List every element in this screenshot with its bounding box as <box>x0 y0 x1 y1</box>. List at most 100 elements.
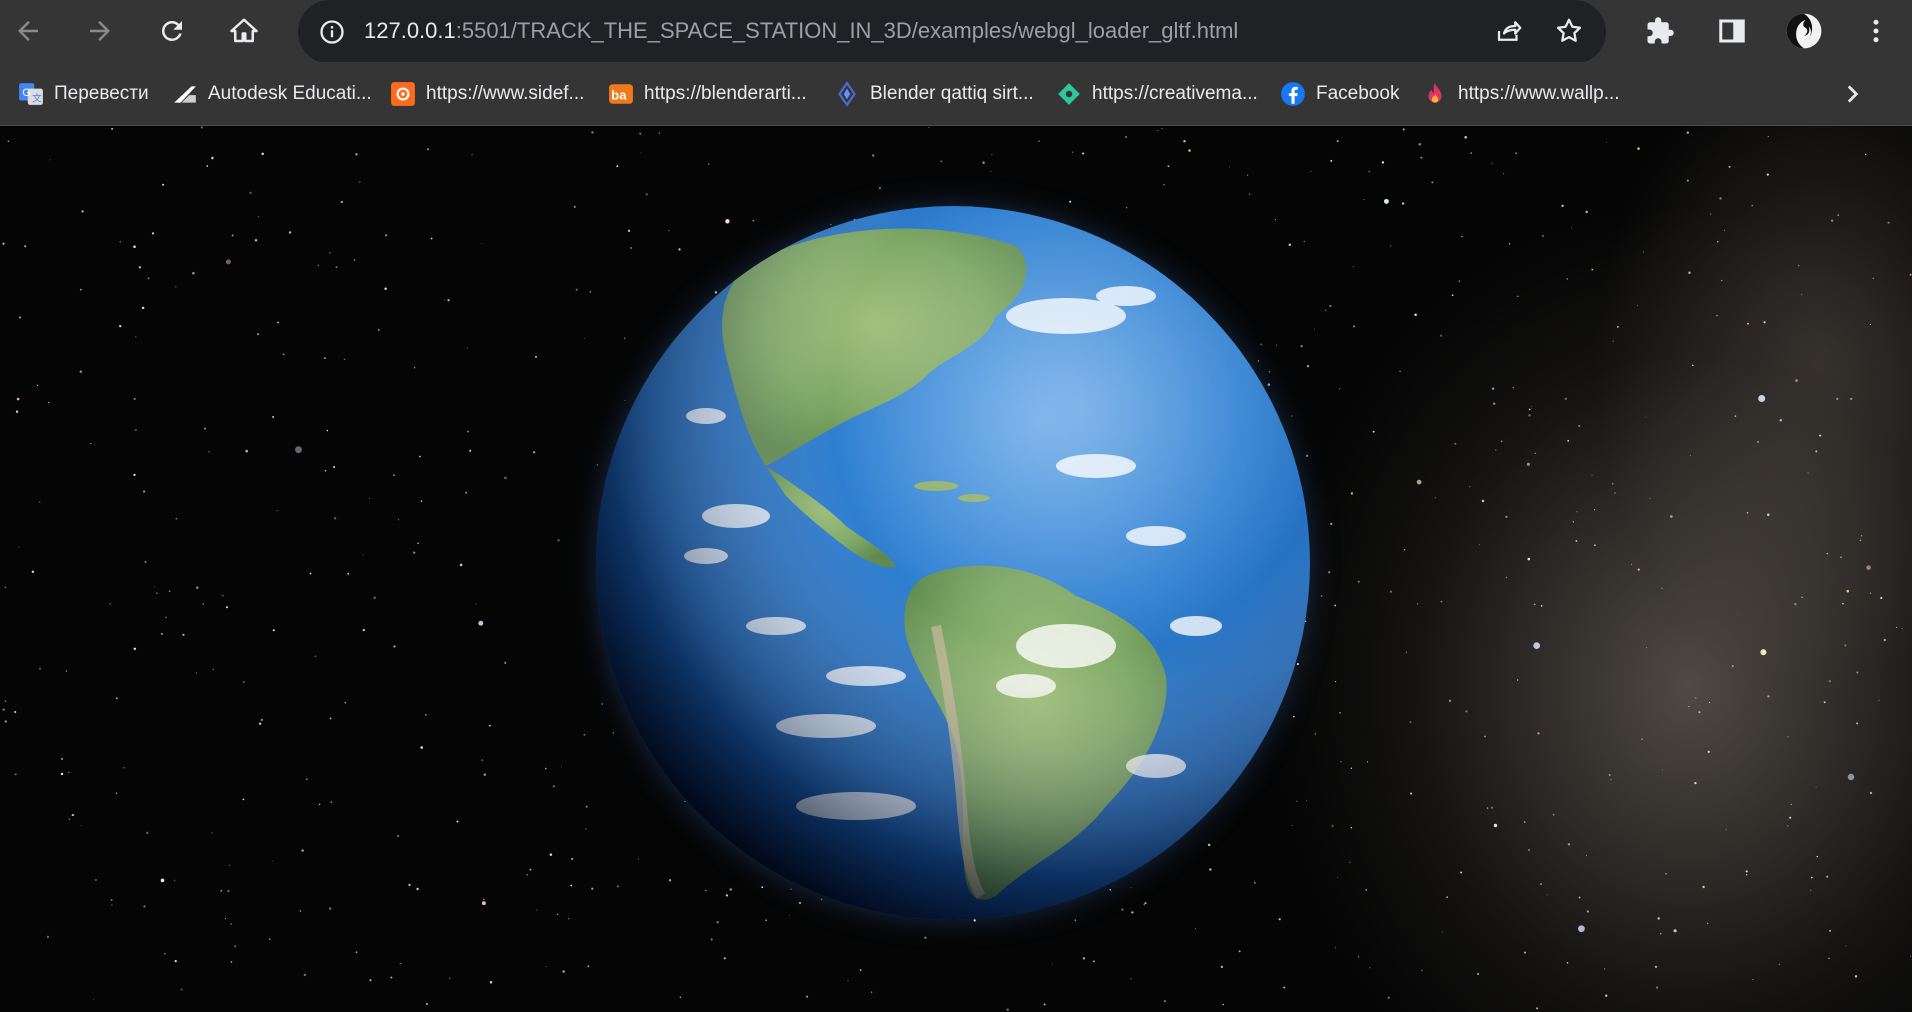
star <box>1641 738 1643 741</box>
bookmark-autodesk[interactable]: Autodesk Educati... <box>172 78 372 110</box>
star <box>716 921 719 924</box>
reload-button[interactable] <box>148 7 196 55</box>
star <box>1819 434 1822 437</box>
star <box>1505 576 1508 579</box>
star <box>303 973 307 977</box>
star <box>1707 750 1710 753</box>
star <box>212 668 215 671</box>
star <box>90 442 92 445</box>
profile-button[interactable] <box>1780 7 1828 55</box>
star <box>227 889 230 893</box>
star <box>417 542 419 544</box>
star <box>1778 963 1781 966</box>
bookmark-translate[interactable]: G文 Перевести <box>18 78 149 110</box>
share-icon[interactable] <box>1494 16 1524 46</box>
star <box>1537 732 1540 735</box>
star <box>1698 711 1701 714</box>
star <box>1283 986 1286 989</box>
star <box>1721 279 1723 282</box>
star <box>1458 280 1461 282</box>
star <box>532 451 536 454</box>
back-button[interactable] <box>4 7 52 55</box>
star <box>362 554 364 556</box>
star <box>1688 705 1690 708</box>
star <box>1695 697 1697 699</box>
star <box>1575 539 1578 542</box>
star <box>318 803 321 806</box>
star <box>1071 151 1074 153</box>
forward-button[interactable] <box>76 7 124 55</box>
star <box>16 397 20 401</box>
side-panel-button[interactable] <box>1708 7 1756 55</box>
star <box>116 697 118 699</box>
star <box>317 264 320 267</box>
bookmark-blenderartists[interactable]: ba https://blenderarti... <box>608 78 807 110</box>
star <box>7 140 10 142</box>
star <box>146 831 149 835</box>
bookmark-creativemarket[interactable]: https://creativema... <box>1056 78 1258 110</box>
star <box>1864 153 1867 156</box>
home-button[interactable] <box>220 7 268 55</box>
more-bookmarks-button[interactable] <box>1828 70 1876 118</box>
url-text[interactable]: 127.0.0.1:5501/TRACK_THE_SPACE_STATION_I… <box>364 0 1238 64</box>
browser-menu-button[interactable] <box>1852 7 1900 55</box>
star <box>1183 140 1186 143</box>
star <box>553 785 555 788</box>
star <box>587 965 590 968</box>
star <box>1440 334 1443 337</box>
star <box>393 474 395 477</box>
star <box>658 132 661 134</box>
star <box>1866 565 1871 570</box>
star <box>141 306 145 310</box>
star-icon[interactable] <box>1554 16 1584 46</box>
bookmark-blender-hard-surface[interactable]: Blender qattiq sirt... <box>834 78 1034 110</box>
star <box>1654 965 1658 969</box>
bookmark-label: https://www.sidef... <box>426 83 585 104</box>
address-bar[interactable]: 127.0.0.1:5501/TRACK_THE_SPACE_STATION_I… <box>298 0 1606 64</box>
star <box>1767 695 1770 698</box>
star <box>1571 227 1573 228</box>
star <box>640 152 642 154</box>
star <box>1895 626 1898 629</box>
star <box>1512 386 1515 389</box>
star <box>1801 294 1803 296</box>
star <box>420 746 423 749</box>
bookmarks-bar: G文 Перевести Autodesk Educati... https:/… <box>0 62 1912 126</box>
star <box>1491 163 1493 165</box>
star <box>556 913 559 916</box>
star <box>49 159 51 161</box>
star <box>1051 962 1053 964</box>
bookmark-facebook[interactable]: Facebook <box>1280 78 1399 110</box>
star <box>180 988 183 991</box>
star <box>225 606 229 609</box>
star <box>1708 701 1711 704</box>
bookmark-sidefx[interactable]: https://www.sidef... <box>390 78 584 110</box>
star <box>1389 245 1392 247</box>
star <box>1334 947 1337 949</box>
star <box>1163 184 1165 186</box>
bookmark-label: Перевести <box>54 83 149 104</box>
info-icon[interactable] <box>318 18 346 46</box>
star <box>859 969 862 971</box>
star <box>1688 271 1691 274</box>
webgl-viewport[interactable] <box>0 126 1912 1012</box>
earth-globe[interactable] <box>596 206 1310 920</box>
star <box>19 316 22 319</box>
star <box>200 126 204 129</box>
star <box>806 995 809 998</box>
star <box>1694 782 1697 785</box>
earth-surface <box>596 206 1310 920</box>
star <box>424 714 427 716</box>
star <box>1646 647 1648 648</box>
star <box>1194 927 1196 929</box>
star <box>306 778 308 780</box>
star <box>147 277 150 280</box>
star <box>1350 827 1353 829</box>
star <box>1383 198 1389 204</box>
star <box>249 191 252 194</box>
bookmark-wallpaper[interactable]: https://www.wallp... <box>1422 78 1620 110</box>
star <box>254 238 258 242</box>
extensions-button[interactable] <box>1636 7 1684 55</box>
star <box>469 449 472 452</box>
star <box>489 724 491 727</box>
